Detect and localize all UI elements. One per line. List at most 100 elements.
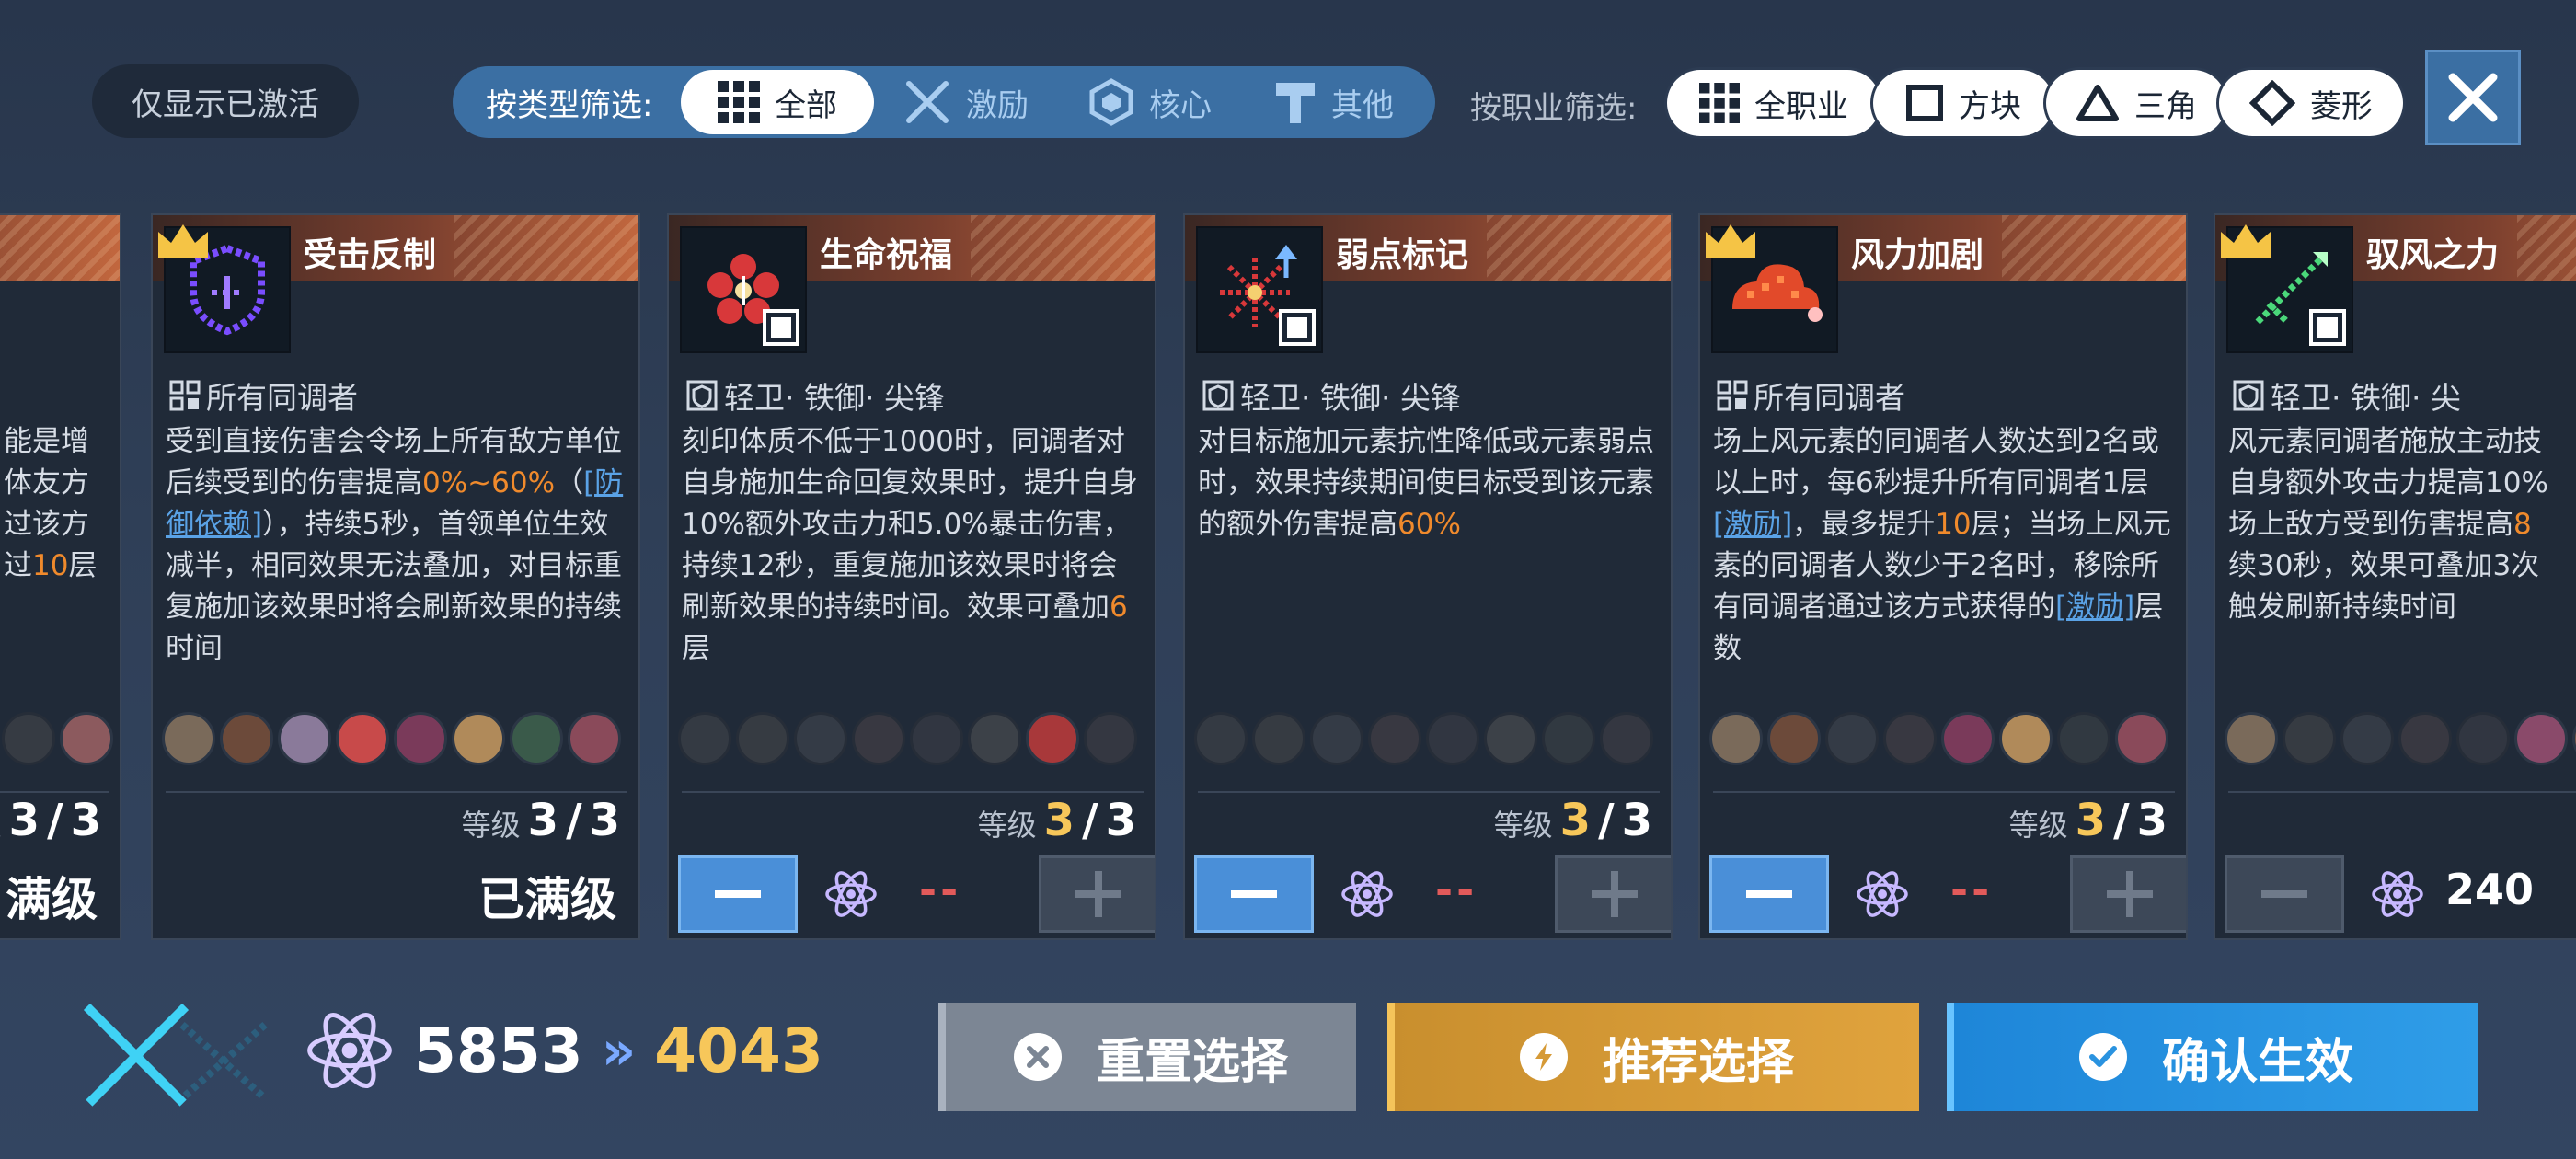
resource-total: 5853 » 4043 xyxy=(304,1004,823,1096)
class-filter-triangle-label: 三角 xyxy=(2134,87,2197,125)
type-filter-other[interactable]: 其他 xyxy=(1242,70,1426,134)
level-up-button[interactable] xyxy=(1039,855,1155,933)
card-level: 等级 3/3 xyxy=(977,795,1136,846)
type-filter-title: 按类型筛选: xyxy=(486,86,653,124)
hexagon-icon xyxy=(1089,78,1133,126)
class-filter-triangle[interactable]: 三角 xyxy=(2046,70,2226,136)
avatar-row xyxy=(1709,712,2182,773)
diamond-icon xyxy=(2249,80,2295,126)
level-controls: 240 xyxy=(2225,855,2576,933)
avatar xyxy=(220,712,273,765)
card-description: 受到直接伤害会令场上所有敌方单位后续受到的伤害提高0%~60%（[防御依赖]），… xyxy=(166,425,624,665)
card-level: 级3/3 xyxy=(0,795,101,846)
avatar xyxy=(852,712,905,765)
card-wind-intensify[interactable]: 风力加剧 所有同调者 场上风元素的同调者人数达到2名或以上时，每6秒提升所有同调… xyxy=(1698,213,2188,940)
avatar xyxy=(1252,712,1305,765)
card-level: 等级 3/3 xyxy=(1493,795,1652,846)
type-filter-core[interactable]: 核心 xyxy=(1058,70,1242,134)
card-partial-left[interactable]: 能是增 体友方 过该方 过10层 级3/3 满级 xyxy=(0,213,121,940)
reset-button[interactable]: 重置选择 xyxy=(938,1003,1356,1111)
class-filter-all[interactable]: 全职业 xyxy=(1667,70,1880,136)
only-active-toggle[interactable]: 仅显示已激活 xyxy=(92,64,359,138)
class-filter-diamond-label: 菱形 xyxy=(2310,87,2373,125)
card-title: 弱点标记 xyxy=(1336,236,1469,274)
avatar xyxy=(278,712,331,765)
type-filter-incentive[interactable]: 激励 xyxy=(874,70,1058,134)
avatar xyxy=(1310,712,1363,765)
reset-x-icon xyxy=(1013,1033,1062,1081)
card-life-blessing[interactable]: 生命祝福 轻卫· 铁御· 尖锋 刻印体质不低于1000时，同调者对自身施加生命回… xyxy=(667,213,1156,940)
all-members-icon xyxy=(169,380,201,411)
avatar xyxy=(910,712,963,765)
avatar xyxy=(1484,712,1537,765)
type-filter-all[interactable]: 全部 xyxy=(681,70,874,134)
avatar xyxy=(394,712,447,765)
resource-arrow: » xyxy=(601,1019,637,1082)
guard-class-icon xyxy=(2233,380,2264,411)
avatar xyxy=(1941,712,1995,765)
crown-icon xyxy=(2221,224,2271,258)
level-down-button[interactable] xyxy=(1194,855,1314,933)
avatar xyxy=(968,712,1021,765)
class-filter-square-label: 方块 xyxy=(1959,87,2021,125)
upgrade-cost: -- xyxy=(1950,865,1994,914)
crown-icon xyxy=(158,224,208,258)
avatar xyxy=(2340,712,2394,765)
resource-after: 4043 xyxy=(654,1015,823,1086)
upgrade-cost: -- xyxy=(919,865,962,914)
avatar-row xyxy=(1194,712,1667,773)
avatar xyxy=(1368,712,1421,765)
confirm-button-label: 确认生效 xyxy=(2161,1034,2353,1090)
reset-button-label: 重置选择 xyxy=(1096,1034,1288,1090)
card-weakness-mark[interactable]: 弱点标记 轻卫· 铁御· 尖锋 对目标施加元素抗性降低或元素弱点时，效果持续期间… xyxy=(1183,213,1673,940)
card-classes: 轻卫· 铁御· 尖锋 xyxy=(685,373,945,418)
card-level: 等级 3/3 xyxy=(2008,795,2168,846)
level-down-button[interactable] xyxy=(2225,855,2344,933)
type-filter-incentive-label: 激励 xyxy=(966,86,1029,124)
avatar xyxy=(1883,712,1937,765)
avatar xyxy=(1084,712,1137,765)
confirm-button[interactable]: 确认生效 xyxy=(1947,1003,2478,1111)
card-list: 能是增 体友方 过该方 过10层 级3/3 满级 受击反制 所有同调者 受到直接… xyxy=(0,213,2576,946)
avatar xyxy=(162,712,215,765)
close-button[interactable] xyxy=(2425,50,2521,145)
avatar xyxy=(1426,712,1479,765)
upgrade-cost: -- xyxy=(1435,865,1478,914)
card-description: 风元素同调者施放主动技 自身额外攻击力提高10% 场上敌方受到伤害提高8 续30… xyxy=(2228,425,2548,624)
card-wind-power[interactable]: 驭风之力 轻卫· 铁御· 尖 风元素同调者施放主动技 自身额外攻击力提高10% … xyxy=(2214,213,2576,940)
class-filter-diamond[interactable]: 菱形 xyxy=(2219,70,2403,136)
avatar xyxy=(736,712,789,765)
level-controls: -- xyxy=(1194,855,1671,933)
card-classes: 所有同调者 xyxy=(1717,373,1905,418)
avatar xyxy=(794,712,847,765)
card-description: 能是增 体友方 过该方 过10层 xyxy=(4,425,98,582)
class-filter-square[interactable]: 方块 xyxy=(1873,70,2053,136)
grid-icon xyxy=(718,81,760,123)
level-up-button[interactable] xyxy=(1555,855,1671,933)
avatar xyxy=(2398,712,2452,765)
bottom-bar: 5853 » 4043 重置选择 推荐选择 确认生效 xyxy=(0,957,2576,1159)
card-counter-strike[interactable]: 受击反制 所有同调者 受到直接伤害会令场上所有敌方单位后续受到的伤害提高0%~6… xyxy=(151,213,640,940)
card-title: 受击反制 xyxy=(304,236,437,274)
card-classes: 轻卫· 铁御· 尖 xyxy=(2232,373,2461,418)
guard-class-icon xyxy=(1202,380,1234,411)
recommend-button[interactable]: 推荐选择 xyxy=(1387,1003,1919,1111)
avatar xyxy=(510,712,563,765)
crown-icon xyxy=(1706,224,1755,258)
card-target-icon xyxy=(1196,226,1323,353)
grid-icon xyxy=(1699,83,1740,123)
avatar xyxy=(2225,712,2278,765)
avatar-row xyxy=(2,712,120,773)
avatar xyxy=(2514,712,2568,765)
avatar xyxy=(1767,712,1821,765)
level-controls: -- xyxy=(1709,855,2186,933)
card-description: 刻印体质不低于1000时，同调者对自身施加生命回复效果时，提升自身10%额外攻击… xyxy=(682,425,1138,665)
level-down-button[interactable] xyxy=(1709,855,1829,933)
type-filter: 按类型筛选: 全部 激励 核心 其他 xyxy=(453,66,1435,138)
avatar xyxy=(1194,712,1248,765)
check-icon xyxy=(2078,1033,2127,1081)
level-up-button[interactable] xyxy=(2070,855,2186,933)
close-icon xyxy=(2448,73,2498,122)
crossed-swords-emblem-icon xyxy=(83,1003,268,1109)
level-down-button[interactable] xyxy=(678,855,798,933)
